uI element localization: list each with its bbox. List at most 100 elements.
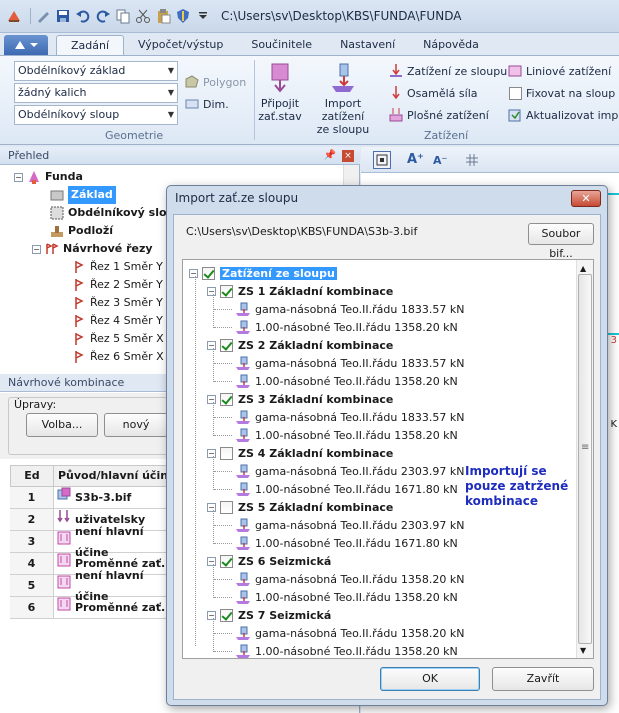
column-load-button[interactable]: Zatížení ze sloupu bbox=[388, 63, 507, 79]
load-case-row[interactable]: − ZS 5 Základní kombinace bbox=[207, 498, 393, 516]
tree-item-column[interactable]: Obdélníkový sloup bbox=[50, 204, 182, 222]
load-value-row[interactable]: 1.00-násobné Teo.II.řádu 1358.20 kN bbox=[235, 372, 458, 390]
tree-item-section[interactable]: Řez 2 Směr Y a bbox=[72, 276, 173, 294]
load-value-row[interactable]: gama-násobná Teo.II.řádu 1358.20 kN bbox=[235, 624, 464, 642]
pen-icon[interactable] bbox=[35, 8, 51, 24]
load-value-row[interactable]: gama-násobná Teo.II.řádu 1833.57 kN bbox=[235, 354, 464, 372]
load-value-row[interactable]: 1.00-násobné Teo.II.řádu 1358.20 kN bbox=[235, 426, 458, 444]
load-value-row[interactable]: 1.00-násobné Teo.II.řádu 1358.20 kN bbox=[235, 642, 458, 658]
load-case-row[interactable]: − ZS 3 Základní kombinace bbox=[207, 390, 393, 408]
import-column-load-button[interactable]: Import zatížení ze sloupu bbox=[302, 62, 384, 136]
tree-item-section[interactable]: Řez 5 Směr X a bbox=[72, 330, 174, 348]
checkbox-checked[interactable] bbox=[220, 554, 233, 568]
tree-item-section[interactable]: Řez 3 Směr Y a bbox=[72, 294, 173, 312]
browse-bif-button[interactable]: Soubor bif... bbox=[528, 223, 594, 260]
shield-icon[interactable] bbox=[175, 8, 191, 24]
load-tree[interactable]: − Zatížení ze sloupu − ZS 1 Základní komb… bbox=[182, 259, 594, 659]
load-case-row[interactable]: − ZS 1 Základní kombinace bbox=[207, 282, 393, 300]
close-button[interactable]: ✕ bbox=[571, 190, 601, 207]
font-smaller-icon[interactable]: A⁻ bbox=[433, 154, 447, 167]
load-value-row[interactable]: 1.00-násobné Teo.II.řádu 1671.80 kN bbox=[235, 534, 458, 552]
update-import-button[interactable]: Aktualizovat impor bbox=[507, 107, 619, 123]
paste-icon[interactable] bbox=[155, 8, 171, 24]
load-value-row[interactable]: gama-násobná Teo.II.řádu 2303.97 kN bbox=[235, 516, 464, 534]
load-case-row[interactable]: − ZS 7 Seizmická bbox=[207, 606, 331, 624]
collapse-icon[interactable]: − bbox=[189, 268, 198, 278]
tree-item-subsoil[interactable]: Podloží bbox=[50, 222, 113, 240]
app-icon[interactable] bbox=[6, 8, 22, 24]
grid-icon[interactable] bbox=[465, 153, 479, 170]
fix-to-column-checkbox[interactable]: Fixovat na sloup bbox=[507, 85, 615, 101]
new-button[interactable]: nový bbox=[104, 413, 168, 437]
collapse-icon[interactable]: − bbox=[207, 556, 216, 566]
pin-icon[interactable]: 📌 bbox=[324, 147, 336, 165]
load-value-row[interactable]: gama-násobná Teo.II.řádu 2303.97 kN bbox=[235, 462, 464, 480]
attach-load-case-button[interactable]: Připojit zať.stav bbox=[258, 62, 302, 123]
tab-soucinitele[interactable]: Součinitele bbox=[237, 35, 326, 55]
collapse-icon[interactable]: − bbox=[207, 340, 216, 350]
load-value-row[interactable]: 1.00-násobné Teo.II.řádu 1671.80 kN bbox=[235, 480, 458, 498]
collapse-icon[interactable]: − bbox=[207, 286, 216, 296]
close-dialog-button[interactable]: Zavřít bbox=[492, 667, 594, 691]
tab-vypocet-vystup[interactable]: Výpočet/výstup bbox=[124, 35, 237, 55]
area-load-button[interactable]: Plošné zatížení bbox=[388, 107, 489, 123]
load-value-row[interactable]: gama-násobná Teo.II.řádu 1833.57 kN bbox=[235, 408, 464, 426]
tree-item-funda[interactable]: − Funda bbox=[14, 168, 83, 186]
checkbox-unchecked[interactable] bbox=[220, 500, 233, 514]
font-larger-icon[interactable]: A⁺ bbox=[407, 152, 424, 167]
dim-button[interactable]: Dim. bbox=[184, 96, 229, 112]
foundation-type-select[interactable]: Obdélníkový základ ▼ bbox=[14, 61, 178, 81]
chevron-down-icon: ▼ bbox=[167, 66, 174, 75]
column-header-ed[interactable]: Ed bbox=[10, 465, 54, 487]
scroll-up-icon[interactable]: ▲ bbox=[580, 264, 586, 273]
tree-item-section[interactable]: Řez 4 Směr Y a bbox=[72, 312, 173, 330]
checkbox-checked[interactable] bbox=[220, 392, 233, 406]
checkbox-checked[interactable] bbox=[220, 338, 233, 352]
column-header-origin[interactable]: Původ/hlavní účin bbox=[53, 465, 173, 487]
tree-item-zaklad[interactable]: Základ bbox=[50, 186, 116, 204]
collapse-icon[interactable]: − bbox=[207, 394, 216, 404]
redo-icon[interactable] bbox=[95, 8, 111, 24]
close-icon[interactable]: × bbox=[342, 150, 354, 162]
copy-icon[interactable] bbox=[115, 8, 131, 24]
load-value-row[interactable]: gama-násobná Teo.II.řádu 1833.57 kN bbox=[235, 300, 464, 318]
cut-icon[interactable] bbox=[135, 8, 151, 24]
collapse-icon[interactable]: − bbox=[207, 448, 216, 458]
collapse-icon[interactable]: − bbox=[207, 610, 216, 620]
collapse-icon[interactable]: − bbox=[32, 244, 41, 254]
qa-dropdown-icon[interactable] bbox=[195, 8, 211, 24]
zoom-extents-icon[interactable] bbox=[373, 151, 391, 169]
ok-button[interactable]: OK bbox=[380, 667, 480, 691]
checkbox-unchecked[interactable] bbox=[220, 446, 233, 460]
line-load-button[interactable]: Liniové zatížení bbox=[507, 63, 611, 79]
load-value-row[interactable]: 1.00-násobné Teo.II.řádu 1358.20 kN bbox=[235, 318, 458, 336]
tree-item-design-sections[interactable]: − Návrhové řezy bbox=[32, 240, 153, 258]
checkbox-checked[interactable] bbox=[220, 608, 233, 622]
column-type-select[interactable]: Obdélníkový sloup ▼ bbox=[14, 105, 178, 125]
single-force-button[interactable]: Osamělá síla bbox=[388, 85, 478, 101]
tree-scrollbar[interactable]: ▲ ≡ ▼ bbox=[576, 260, 593, 658]
polygon-button[interactable]: Polygon bbox=[184, 74, 246, 90]
load-value-row[interactable]: gama-násobná Teo.II.řádu 1358.20 kN bbox=[235, 570, 464, 588]
choose-button[interactable]: Volba... bbox=[26, 413, 98, 437]
scroll-down-icon[interactable]: ▼ bbox=[580, 646, 586, 655]
tree-item-section[interactable]: Řez 1 Směr Y a bbox=[72, 258, 173, 276]
tab-zadani[interactable]: Zadání bbox=[56, 35, 125, 55]
scroll-thumb[interactable] bbox=[578, 274, 592, 644]
load-case-row[interactable]: − ZS 2 Základní kombinace bbox=[207, 336, 393, 354]
load-case-row[interactable]: − ZS 6 Seizmická bbox=[207, 552, 331, 570]
tab-napoveda[interactable]: Nápověda bbox=[409, 35, 493, 55]
checkbox-checked[interactable] bbox=[220, 284, 233, 298]
save-icon[interactable] bbox=[55, 8, 71, 24]
app-menu-button[interactable] bbox=[4, 35, 48, 55]
collapse-icon[interactable]: − bbox=[14, 172, 23, 182]
undo-icon[interactable] bbox=[75, 8, 91, 24]
cup-type-select[interactable]: žádný kalich ▼ bbox=[14, 83, 178, 103]
tab-nastaveni[interactable]: Nastavení bbox=[326, 35, 409, 55]
load-case-row[interactable]: − ZS 4 Základní kombinace bbox=[207, 444, 393, 462]
tree-item-section[interactable]: Řez 6 Směr X a bbox=[72, 348, 174, 366]
load-value-row[interactable]: 1.00-násobné Teo.II.řádu 1358.20 kN bbox=[235, 588, 458, 606]
tree-root[interactable]: − Zatížení ze sloupu bbox=[189, 264, 337, 282]
collapse-icon[interactable]: − bbox=[207, 502, 216, 512]
checkbox-checked[interactable] bbox=[202, 266, 215, 280]
